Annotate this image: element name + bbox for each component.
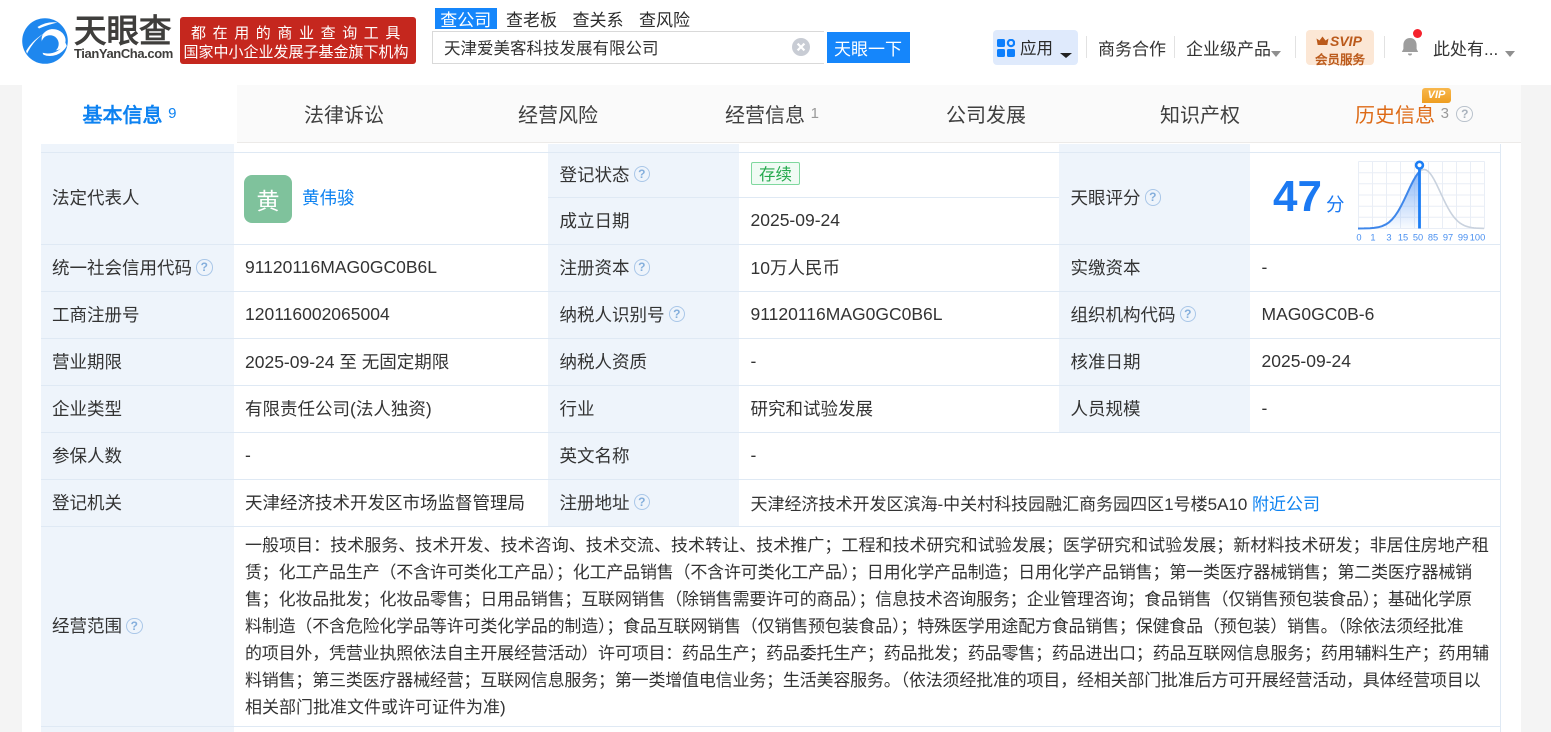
svg-text:50: 50 — [1413, 232, 1423, 242]
svg-text:99: 99 — [1458, 232, 1468, 242]
svg-text:3: 3 — [1386, 232, 1391, 242]
svg-text:97: 97 — [1443, 232, 1453, 242]
svg-text:0: 0 — [1356, 232, 1361, 242]
svg-text:1: 1 — [1370, 232, 1375, 242]
svg-text:15: 15 — [1398, 232, 1408, 242]
svg-text:100: 100 — [1470, 232, 1486, 242]
svg-text:85: 85 — [1428, 232, 1438, 242]
